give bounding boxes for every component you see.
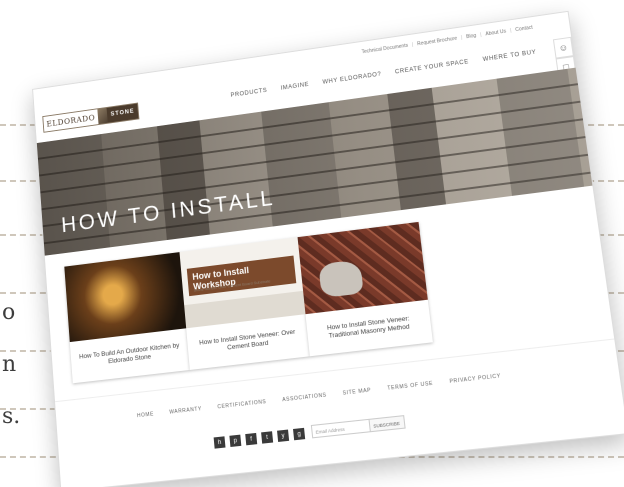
footer-link[interactable]: ASSOCIATIONS — [282, 392, 327, 403]
social-links: h p f t y g — [214, 428, 306, 449]
footer-link[interactable]: SITE MAP — [342, 387, 371, 396]
google-plus-icon[interactable]: g — [293, 428, 305, 440]
nav-item[interactable]: IMAGINE — [280, 82, 309, 92]
hand-image — [318, 259, 363, 298]
video-card[interactable]: How to Install Stone Veneer: Traditional… — [298, 222, 433, 356]
footer-link[interactable]: WARRANTY — [169, 406, 202, 416]
side-letter: o — [2, 300, 15, 325]
nav-item[interactable]: CREATE YOUR SPACE — [395, 59, 469, 75]
side-letter: n — [2, 352, 16, 377]
email-input[interactable]: Email Address — [311, 419, 371, 439]
youtube-icon[interactable]: y — [277, 430, 289, 442]
nav-item[interactable]: PRODUCTS — [230, 88, 267, 99]
side-letter: s. — [2, 404, 20, 429]
video-thumbnail[interactable]: How to Install Workshop Stone Veneer Ove… — [179, 237, 305, 328]
pinterest-icon[interactable]: p — [229, 435, 241, 447]
video-thumbnail[interactable] — [64, 252, 186, 342]
subscribe-button[interactable]: SUBSCRIBE — [369, 415, 405, 432]
website-screenshot: Technical Documents | Request Brochure | B… — [32, 11, 624, 487]
utility-link[interactable]: Blog — [466, 33, 477, 40]
nav-item[interactable]: WHY ELDORADO? — [322, 72, 381, 86]
logo-word: ELDORADO — [43, 113, 98, 129]
footer-link[interactable]: HOME — [137, 411, 154, 419]
footer-link[interactable]: TERMS OF USE — [387, 381, 433, 392]
utility-links: Technical Documents | Request Brochure | B… — [361, 25, 533, 55]
video-cards: How To Build An Outdoor Kitchen by Eldor… — [64, 222, 433, 383]
newsletter-form: Email Address SUBSCRIBE — [311, 415, 406, 438]
eldorado-logo[interactable]: ELDORADO STONE — [42, 102, 140, 132]
video-card[interactable]: How to Install Workshop Stone Veneer Ove… — [179, 237, 309, 370]
twitter-icon[interactable]: t — [261, 431, 273, 443]
utility-link[interactable]: About Us — [485, 29, 506, 38]
houzz-icon[interactable]: h — [214, 436, 226, 448]
video-thumbnail[interactable] — [298, 222, 428, 314]
facebook-icon[interactable]: f — [245, 433, 257, 445]
user-icon[interactable]: ☺ — [553, 37, 574, 59]
utility-link[interactable]: Contact — [515, 25, 533, 33]
logo-badge: STONE — [106, 104, 138, 123]
utility-link[interactable]: Technical Documents — [361, 43, 408, 55]
footer-link[interactable]: PRIVACY POLICY — [449, 373, 501, 385]
utility-link[interactable]: Request Brochure — [417, 36, 458, 47]
video-card[interactable]: How To Build An Outdoor Kitchen by Eldor… — [64, 252, 190, 383]
nav-item[interactable]: WHERE TO BUY — [482, 50, 536, 63]
footer-link[interactable]: CERTIFICATIONS — [217, 399, 267, 410]
